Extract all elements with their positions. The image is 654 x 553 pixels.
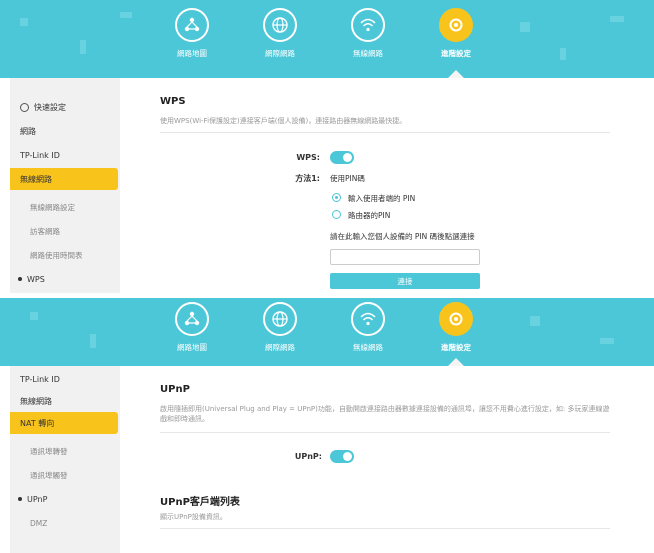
wps-toggle[interactable] [330, 151, 354, 164]
nav-wireless[interactable]: 無線網路 [328, 8, 408, 59]
sidebar-item-label: TP-Link ID [20, 150, 60, 160]
current-item-dot [18, 497, 22, 501]
radio-client-pin-label: 輸入使用者端的 PIN [348, 194, 416, 203]
method-value: 使用PIN碼 [330, 174, 365, 183]
nav-advanced[interactable]: 進階設定 [416, 302, 496, 353]
network-map-icon [175, 302, 209, 336]
page-title: UPnP [160, 384, 190, 395]
radio-router-pin[interactable] [332, 210, 341, 219]
advanced-gear-icon [439, 302, 473, 336]
sidebar-item-label: 網路 [20, 126, 36, 136]
gear-icon [20, 102, 29, 112]
sidebar-item-nat[interactable]: NAT 轉向 [10, 412, 118, 434]
nav-label: 網路地圖 [177, 49, 207, 58]
sidebar-item-schedule[interactable]: 網路使用時間表 [10, 244, 120, 266]
client-list-description: 顯示UPnP設備資訊。 [160, 513, 227, 521]
sidebar-item-label: 通訊埠轉發 [30, 446, 68, 456]
method-label: 方法1: [295, 174, 320, 183]
pin-instruction: 請在此輸入您個人設備的 PIN 碼後點選連接 [330, 232, 475, 241]
nav-internet[interactable]: 網際網路 [240, 302, 320, 353]
nav-network-map[interactable]: 網路地圖 [152, 302, 232, 353]
main-content: UPnP 啟用隨插即用(Universal Plug and Play = UP… [120, 366, 654, 553]
nav-network-map[interactable]: 網路地圖 [152, 8, 232, 59]
pin-input[interactable] [330, 249, 480, 265]
wifi-icon [351, 8, 385, 42]
top-navigation-bar: 網路地圖 網際網路 無線網路 進階設定 [0, 298, 654, 366]
sidebar-item-quick-setup[interactable]: 快速設定 [10, 96, 120, 118]
nav-label: 網際網路 [265, 343, 295, 352]
sidebar: 快速設定 網路 TP-Link ID 無線網路 無線網路設定 訪客網路 網路使用… [10, 78, 120, 293]
active-tab-pointer [448, 358, 464, 366]
sidebar-item-label: 快速設定 [34, 102, 66, 112]
sidebar-item-label: 通訊埠觸發 [30, 470, 68, 480]
sidebar: TP-Link ID 無線網路 NAT 轉向 通訊埠轉發 通訊埠觸發 UPnP … [10, 366, 120, 553]
sidebar-item-dmz[interactable]: DMZ [10, 512, 120, 534]
current-item-dot [18, 277, 22, 281]
upnp-screen: 網路地圖 網際網路 無線網路 進階設定 TP-Link ID 無線網路 NAT … [0, 298, 654, 553]
network-map-icon [175, 8, 209, 42]
nav-label: 無線網路 [353, 343, 383, 352]
nav-label: 網際網路 [265, 49, 295, 58]
radio-router-pin-label: 路由器的PIN [348, 211, 391, 220]
sidebar-item-guest-network[interactable]: 訪客網路 [10, 220, 120, 242]
sidebar-item-wireless[interactable]: 無線網路 [10, 168, 118, 190]
nav-label: 進階設定 [441, 343, 471, 352]
sidebar-item-port-forwarding[interactable]: 通訊埠轉發 [10, 440, 120, 462]
page-description: 啟用隨插即用(Universal Plug and Play = UPnP)功能… [160, 405, 610, 423]
client-list-title: UPnP客戶端列表 [160, 497, 240, 508]
sidebar-item-wps[interactable]: WPS [10, 268, 120, 290]
active-tab-pointer [448, 70, 464, 78]
sidebar-item-label: TP-Link ID [20, 374, 60, 384]
upnp-label: UPnP: [294, 452, 322, 461]
sidebar-item-label: DMZ [30, 518, 48, 528]
sidebar-item-tplink-id[interactable]: TP-Link ID [10, 144, 120, 166]
sidebar-item-label: 無線網路設定 [30, 202, 75, 212]
nav-label: 網路地圖 [177, 343, 207, 352]
sidebar-item-label: UPnP [27, 494, 48, 504]
sidebar-item-label: WPS [27, 274, 45, 284]
nav-label: 進階設定 [441, 49, 471, 58]
wps-label: WPS: [296, 153, 320, 162]
sidebar-item-label: NAT 轉向 [20, 418, 55, 428]
nav-label: 無線網路 [353, 49, 383, 58]
divider [160, 432, 610, 433]
page-description: 使用WPS(Wi-Fi保護設定)連接客戶端(個人設備)，連接路由器無線網路最快捷… [160, 117, 407, 125]
divider [160, 528, 610, 529]
divider [160, 132, 610, 133]
nav-internet[interactable]: 網際網路 [240, 8, 320, 59]
sidebar-item-tplink-id[interactable]: TP-Link ID [10, 368, 120, 390]
sidebar-item-label: 無線網路 [20, 396, 52, 406]
page-title: WPS [160, 96, 186, 107]
nav-wireless[interactable]: 無線網路 [328, 302, 408, 353]
connect-button[interactable]: 連接 [330, 273, 480, 289]
main-content: WPS 使用WPS(Wi-Fi保護設定)連接客戶端(個人設備)，連接路由器無線網… [120, 78, 654, 293]
nav-advanced[interactable]: 進階設定 [416, 8, 496, 59]
upnp-toggle[interactable] [330, 450, 354, 463]
sidebar-item-wireless[interactable]: 無線網路 [10, 390, 120, 412]
globe-icon [263, 8, 297, 42]
advanced-gear-icon [439, 8, 473, 42]
sidebar-item-port-triggering[interactable]: 通訊埠觸發 [10, 464, 120, 486]
sidebar-item-network[interactable]: 網路 [10, 120, 120, 142]
top-navigation-bar: 網路地圖 網際網路 無線網路 進階設定 [0, 0, 654, 78]
globe-icon [263, 302, 297, 336]
sidebar-item-wireless-settings[interactable]: 無線網路設定 [10, 196, 120, 218]
sidebar-item-label: 網路使用時間表 [30, 250, 83, 260]
wifi-icon [351, 302, 385, 336]
sidebar-item-label: 無線網路 [20, 174, 52, 184]
sidebar-item-label: 訪客網路 [30, 226, 60, 236]
radio-client-pin[interactable] [332, 193, 341, 202]
wps-screen: 網路地圖 網際網路 無線網路 進階設定 快速設定 網路 TP-Link ID 無… [0, 0, 654, 293]
sidebar-item-upnp[interactable]: UPnP [10, 488, 120, 510]
